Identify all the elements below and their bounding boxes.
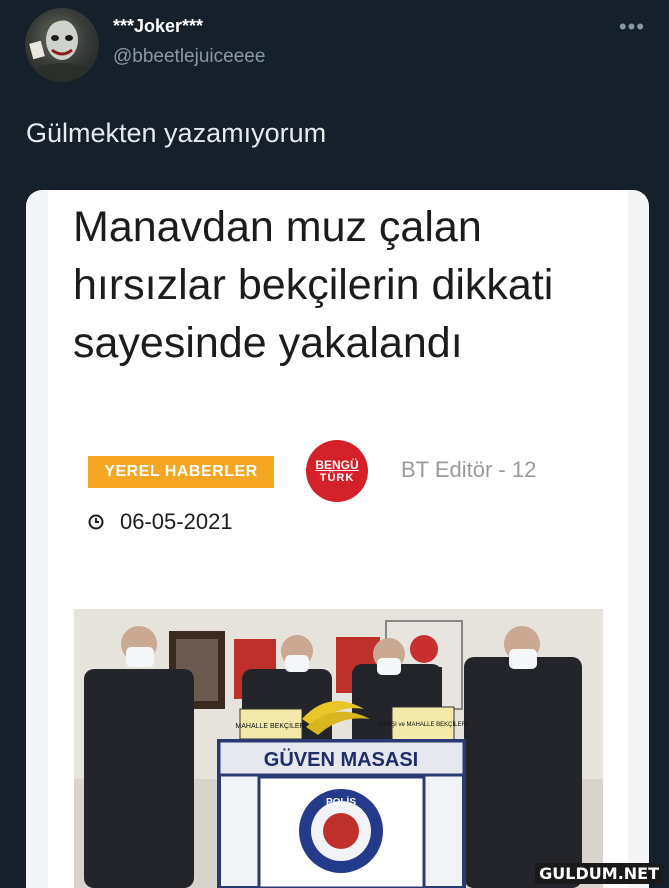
article-headline: Manavdan muz çalan hırsızlar bekçilerin … <box>73 203 554 367</box>
svg-text:ÇARŞI ve MAHALLE BEKÇİLERİ: ÇARŞI ve MAHALLE BEKÇİLERİ <box>378 721 467 728</box>
svg-text:MAHALLE BEKÇİLERİ: MAHALLE BEKÇİLERİ <box>235 721 306 730</box>
clock-icon <box>88 514 104 530</box>
display-name[interactable]: ***Joker*** <box>113 16 203 37</box>
svg-text:GÜVEN MASASI: GÜVEN MASASI <box>264 748 418 771</box>
date-row: 06-05-2021 <box>88 509 233 535</box>
news-photo: MAHALLE BEKÇİLERİ ÇARŞI ve MAHALLE BEKÇİ… <box>74 609 603 888</box>
media-card[interactable]: Manavdan muz çalan hırsızlar bekçilerin … <box>26 190 649 888</box>
tweet-text: Gülmekten yazamıyorum <box>26 118 327 148</box>
article-screenshot: Manavdan muz çalan hırsızlar bekçilerin … <box>48 190 628 888</box>
watermark: GULDUM.NET <box>535 863 663 884</box>
svg-text:POLİS: POLİS <box>326 795 356 808</box>
user-avatar[interactable] <box>25 8 99 82</box>
user-handle[interactable]: @bbeetlejuiceeee <box>113 46 265 68</box>
category-tag: YEREL HABERLER <box>88 456 274 488</box>
bengu-turk-logo: BENGÜ TÜRK <box>306 440 368 502</box>
article-date: 06-05-2021 <box>120 509 233 534</box>
article-author: BT Editör - 12 <box>401 457 537 482</box>
more-options-icon[interactable]: ••• <box>619 14 645 40</box>
